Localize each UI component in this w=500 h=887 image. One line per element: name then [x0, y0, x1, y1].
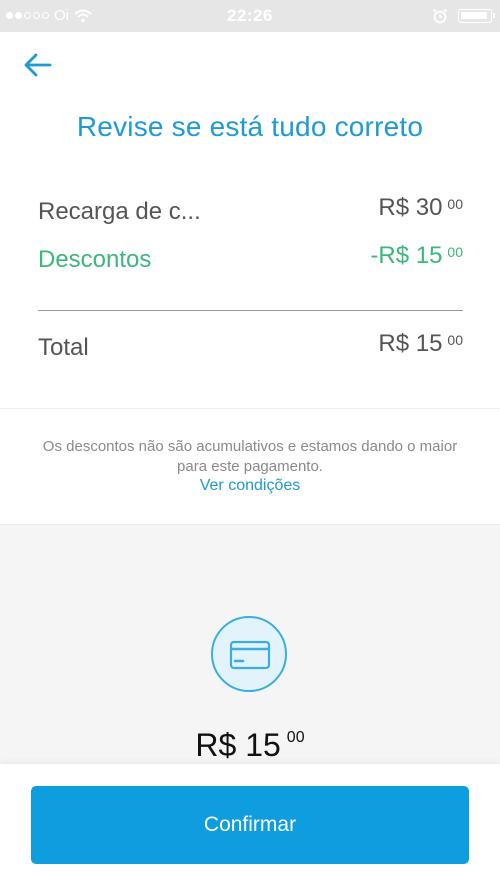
summary-row-discounts: Descontos -R$ 15 00	[38, 242, 463, 286]
payment-amount: R$ 15 00	[195, 727, 305, 763]
conditions-link[interactable]: Ver condições	[0, 477, 500, 495]
battery-icon	[458, 9, 495, 23]
summary-row-total: Total R$ 15 00	[38, 330, 463, 374]
status-bar-right	[432, 8, 495, 24]
credit-card-icon	[229, 640, 271, 670]
status-bar: Oi 22:26	[0, 0, 500, 32]
status-time: 22:26	[227, 6, 273, 25]
divider	[38, 310, 463, 311]
page-title: Revise se está tudo correto	[76, 111, 424, 142]
confirm-button[interactable]: Confirmar	[31, 786, 469, 864]
total-label: Total	[38, 334, 89, 361]
discount-notice: Os descontos não são acumulativos e esta…	[42, 438, 458, 475]
arrow-left-icon	[24, 53, 52, 77]
item-label: Recarga de c...	[38, 198, 201, 225]
item-amount: R$ 30 00	[378, 194, 463, 221]
alarm-icon	[432, 8, 448, 24]
total-amount: R$ 15 00	[378, 330, 463, 357]
summary-row-recharge: Recarga de c... R$ 30 00	[38, 194, 463, 238]
discount-label: Descontos	[38, 246, 152, 273]
discount-amount: -R$ 15 00	[370, 242, 463, 269]
section-separator	[0, 408, 500, 409]
payment-method-badge[interactable]	[211, 616, 287, 692]
back-button[interactable]	[20, 48, 56, 84]
